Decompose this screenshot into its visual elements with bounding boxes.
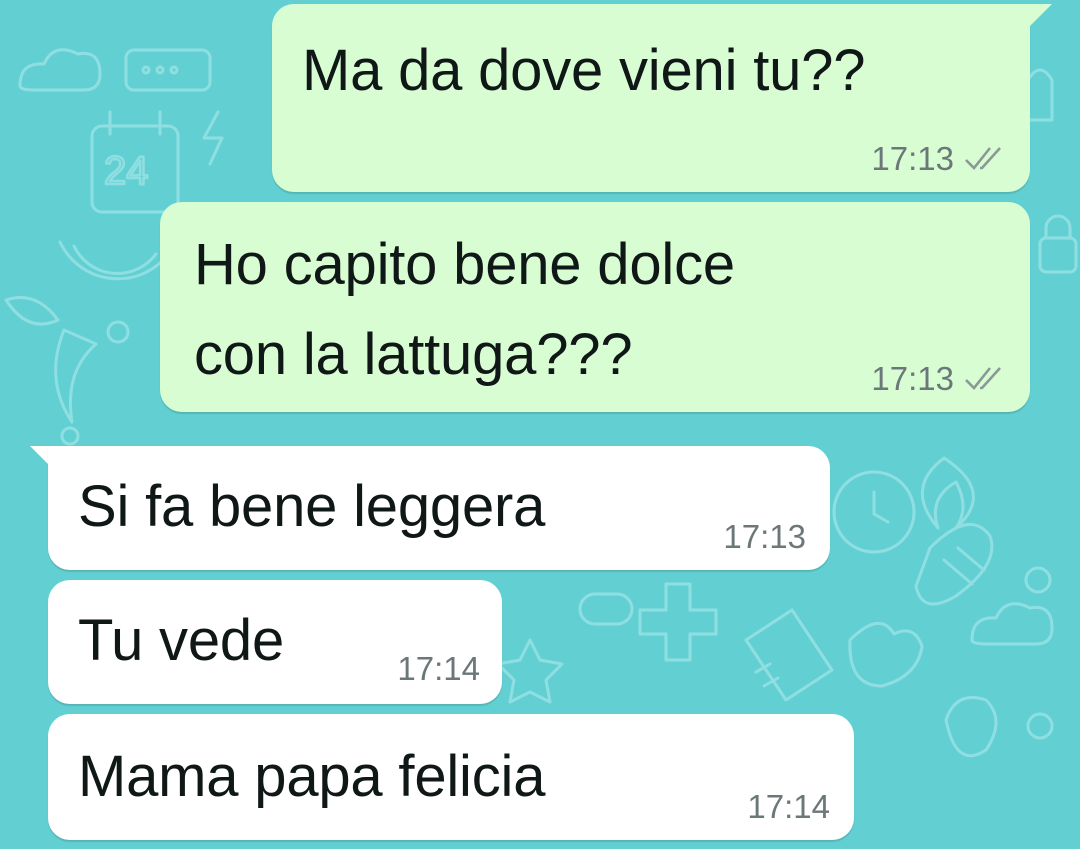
- message-bubble-incoming[interactable]: Tu vede 17:14: [48, 580, 502, 704]
- message-bubble-incoming[interactable]: Si fa bene leggera 17:13: [48, 446, 830, 570]
- message-time: 17:13: [871, 360, 954, 397]
- rock-hand-icon: [944, 696, 998, 758]
- message-text: Ma da dove vieni tu??: [302, 38, 866, 103]
- message-text: Tu vede: [78, 608, 285, 673]
- message-text: Si fa bene leggera: [78, 474, 546, 539]
- circle-doodle: [1024, 566, 1052, 594]
- message-time: 17:13: [723, 518, 806, 555]
- message-meta: 17:14: [747, 788, 830, 826]
- lightning-icon: [202, 110, 224, 166]
- circle-doodle: [106, 320, 130, 344]
- bubble-tail-outgoing: [1028, 4, 1052, 28]
- message-meta: 17:13: [871, 140, 1008, 178]
- cloud-icon: [18, 48, 102, 92]
- circle-doodle: [1026, 712, 1054, 740]
- message-time: 17:14: [747, 788, 830, 825]
- message-text-line: Ho capito bene dolce: [194, 232, 735, 297]
- hand-icon: [848, 622, 924, 688]
- message-bubble-outgoing[interactable]: Ma da dove vieni tu?? 17:13: [272, 4, 1030, 192]
- message-text: Mama papa felicia: [78, 744, 546, 809]
- plus-icon: [638, 582, 718, 662]
- message-bubble-incoming[interactable]: Mama papa felicia 17:14: [48, 714, 854, 840]
- calendar-label: 24: [104, 149, 149, 193]
- calendar-icon: 24: [90, 110, 180, 214]
- lock-icon: [1038, 214, 1078, 274]
- leaf-icon: [4, 296, 60, 326]
- cloud-icon: [970, 602, 1054, 646]
- double-check-icon: [965, 147, 1001, 170]
- message-time: 17:13: [871, 140, 954, 177]
- double-check-icon: [965, 367, 1001, 390]
- message-meta: 17:13: [723, 518, 806, 556]
- circle-doodle: [60, 426, 80, 446]
- message-time: 17:14: [397, 650, 480, 687]
- flame-icon: [921, 456, 975, 530]
- clock-icon: [832, 470, 916, 554]
- corn-icon: [914, 522, 994, 606]
- message-meta: 17:13: [871, 360, 1008, 398]
- message-meta: 17:14: [397, 650, 480, 688]
- message-bubble-outgoing[interactable]: Ho capito bene dolce con la lattuga??? 1…: [160, 202, 1030, 412]
- baby-bottle-icon: [744, 608, 834, 702]
- watermelon-icon: [58, 240, 172, 281]
- pill-icon: [578, 592, 634, 626]
- cake-icon: [1026, 68, 1054, 122]
- star-icon: [496, 638, 564, 704]
- chili-icon: [54, 328, 98, 424]
- keyboard-icon: [124, 48, 212, 92]
- message-text-line: con la lattuga???: [194, 322, 633, 387]
